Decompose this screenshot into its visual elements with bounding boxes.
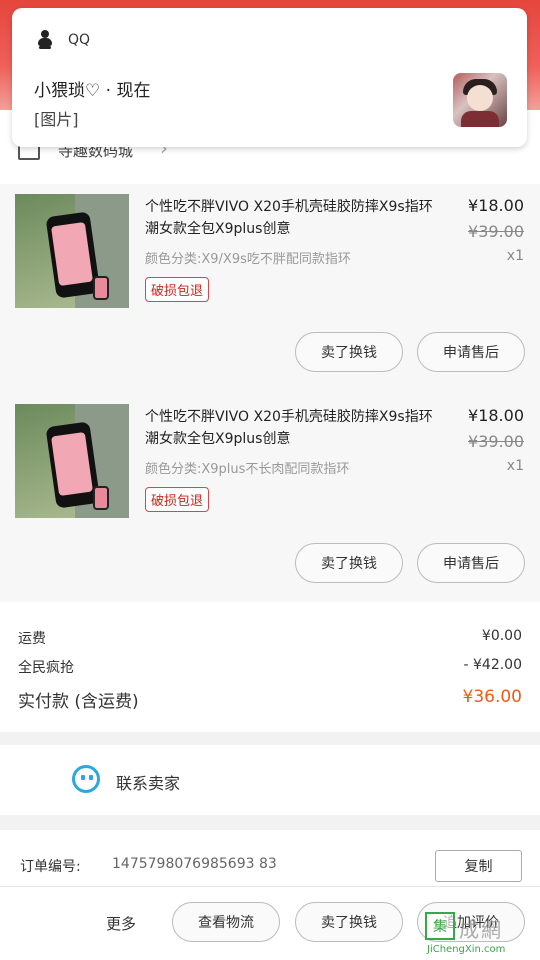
product-variant: 颜色分类:X9/X9s吃不胖配同款指环 — [145, 252, 351, 267]
total-row: 实付款 (含运费) ¥36.00 — [18, 687, 522, 712]
total-value: ¥36.00 — [462, 687, 522, 707]
original-price: ¥39.00 — [468, 222, 524, 241]
product-price: ¥18.00 — [468, 406, 524, 425]
contact-seller-button[interactable]: 联系卖家 — [0, 745, 540, 815]
resell-button[interactable]: 卖了换钱 — [295, 543, 403, 583]
watermark: 集 成網 JiChengXin.com — [425, 910, 537, 958]
price-summary: 运费 ¥0.00 全民疯抢 - ¥42.00 实付款 (含运费) ¥36.00 — [0, 602, 540, 732]
notification-app-name: QQ — [68, 32, 91, 48]
order-number-label: 订单编号: — [20, 859, 81, 875]
notification-app-row: QQ — [36, 30, 90, 50]
return-badge: 破损包退 — [145, 487, 210, 512]
product-quantity: x1 — [506, 458, 524, 474]
shipping-label: 运费 — [18, 631, 46, 647]
shipping-value: ¥0.00 — [481, 628, 522, 644]
after-sales-button[interactable]: 申请售后 — [417, 332, 525, 372]
total-label: 实付款 (含运费) — [18, 692, 139, 712]
product-thumbnail[interactable] — [15, 194, 129, 308]
resell-button[interactable]: 卖了换钱 — [295, 332, 403, 372]
shipping-row: 运费 ¥0.00 — [18, 628, 522, 648]
original-price: ¥39.00 — [468, 432, 524, 451]
order-number: 1475798076985693 83 — [112, 856, 277, 872]
product-title[interactable]: 个性吃不胖VIVO X20手机壳硅胶防摔X9s指环潮女款全包X9plus创意 — [145, 406, 440, 450]
watermark-url: JiChengXin.com — [427, 944, 506, 955]
discount-label: 全民疯抢 — [18, 660, 74, 676]
contact-seller-label: 联系卖家 — [116, 774, 181, 793]
order-item[interactable]: 个性吃不胖VIVO X20手机壳硅胶防摔X9s指环潮女款全包X9plus创意 颜… — [0, 394, 540, 602]
qq-notification[interactable]: QQ 小猥琐♡ · 现在 [图片] — [12, 8, 527, 147]
product-price: ¥18.00 — [468, 196, 524, 215]
order-number-row: 订单编号: 1475798076985693 83 复制 — [0, 830, 540, 886]
discount-value: - ¥42.00 — [463, 657, 523, 673]
after-sales-button[interactable]: 申请售后 — [417, 543, 525, 583]
qq-icon — [36, 30, 54, 50]
discount-row: 全民疯抢 - ¥42.00 — [18, 657, 522, 677]
view-logistics-button[interactable]: 查看物流 — [172, 902, 280, 942]
notification-sender: 小猥琐♡ · 现在 — [34, 81, 151, 101]
product-thumbnail[interactable] — [15, 404, 129, 518]
resell-button[interactable]: 卖了换钱 — [295, 902, 403, 942]
product-title[interactable]: 个性吃不胖VIVO X20手机壳硅胶防摔X9s指环潮女款全包X9plus创意 — [145, 196, 440, 240]
return-badge: 破损包退 — [145, 277, 210, 302]
product-variant: 颜色分类:X9plus不长肉配同款指环 — [145, 462, 350, 477]
product-quantity: x1 — [506, 248, 524, 264]
watermark-text: 成網 — [459, 918, 503, 942]
more-button[interactable]: 更多 — [106, 913, 136, 934]
notification-message: [图片] — [34, 110, 79, 129]
watermark-logo: 集 — [425, 912, 455, 940]
order-item[interactable]: 个性吃不胖VIVO X20手机壳硅胶防摔X9s指环潮女款全包X9plus创意 颜… — [0, 184, 540, 394]
sender-avatar — [453, 73, 507, 127]
chat-icon — [72, 765, 100, 793]
copy-button[interactable]: 复制 — [435, 850, 522, 882]
